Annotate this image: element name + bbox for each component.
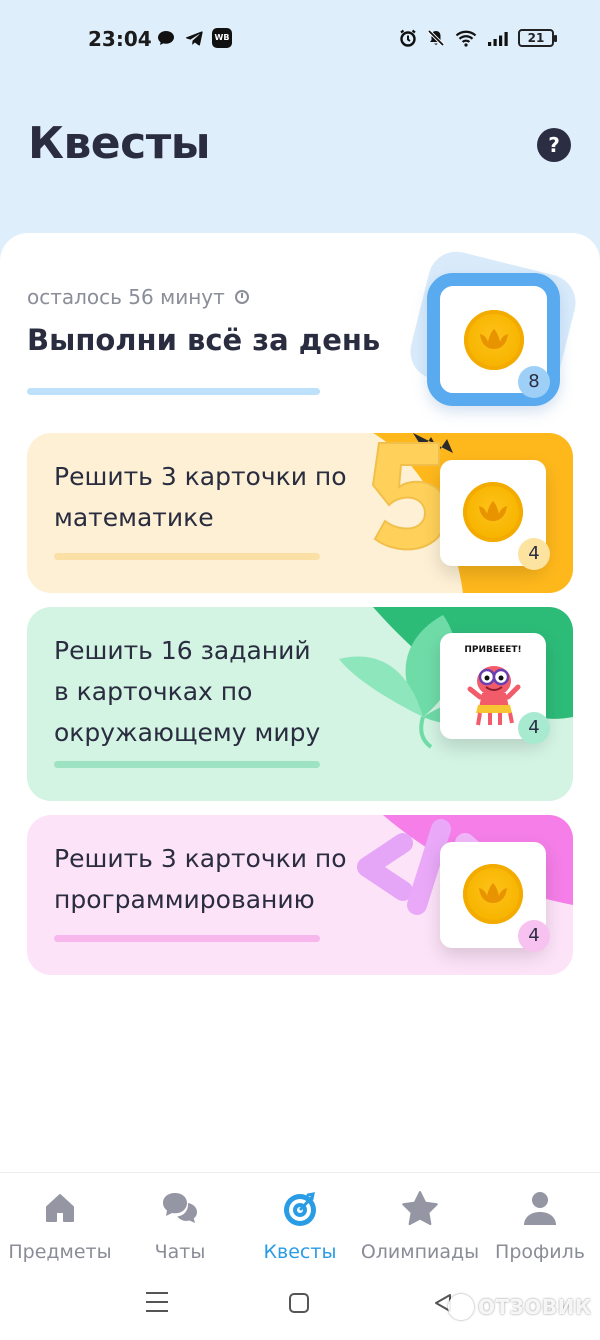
page-title: Квесты — [28, 118, 211, 169]
nav-item-profile[interactable]: Профиль — [480, 1187, 600, 1263]
quest-progress-bar — [54, 553, 320, 560]
chats-icon — [163, 1193, 197, 1223]
clock-icon — [234, 290, 249, 304]
bottom-nav: Предметы Чаты Квесты Олимпиады Профиль — [0, 1172, 600, 1272]
status-system-icons: 21 — [398, 28, 557, 48]
quest-card-math[interactable]: Решить 3 карточки по математике 4 — [27, 433, 573, 593]
target-icon — [284, 1192, 316, 1226]
battery-indicator: 21 — [518, 29, 557, 47]
coin-icon — [463, 482, 523, 542]
nav-label: Предметы — [8, 1241, 112, 1263]
nav-item-olympiads[interactable]: Олимпиады — [360, 1187, 480, 1263]
quest-text-nature: Решить 16 заданий в карточках по окружаю… — [54, 630, 384, 753]
alarm-icon — [400, 29, 416, 47]
daily-time-left: осталось 56 минут — [27, 285, 225, 309]
home-button[interactable] — [289, 1293, 309, 1313]
watermark: ОТЗОВИК — [448, 1294, 592, 1320]
daily-progress-bar — [27, 388, 320, 395]
dino-sticker-icon — [467, 666, 521, 726]
daily-time-row: осталось 56 минут — [27, 285, 387, 309]
quest-card-programming[interactable]: Решить 3 карточки по программированию 4 — [27, 815, 573, 975]
wb-app-icon: WB — [212, 28, 232, 48]
quest-text-programming: Решить 3 карточки по программированию — [54, 838, 384, 920]
nav-label: Олимпиады — [360, 1241, 480, 1263]
nav-item-chats[interactable]: Чаты — [120, 1187, 240, 1263]
daily-reward-chest[interactable]: 8 — [427, 273, 560, 406]
profile-icon — [524, 1192, 556, 1225]
coin-icon — [464, 310, 524, 370]
chat-bubble-icon — [158, 31, 174, 45]
quest-reward-count: 4 — [518, 538, 550, 570]
quest-reward-count: 4 — [518, 712, 550, 744]
watermark-text: ОТЗОВИК — [478, 1295, 592, 1319]
quest-card-nature[interactable]: Решить 16 заданий в карточках по окружаю… — [27, 607, 573, 801]
quest-progress-bar — [54, 935, 320, 942]
nav-label: Чаты — [154, 1241, 206, 1263]
quest-reward-box[interactable]: 4 — [440, 460, 550, 570]
quest-line: Решить 3 карточки по — [54, 844, 347, 873]
quest-line: математике — [54, 503, 214, 532]
quest-line: окружающему миру — [54, 718, 321, 747]
home-icon — [46, 1194, 74, 1222]
quest-line: программированию — [54, 885, 315, 914]
star-icon — [402, 1191, 438, 1226]
daily-quest-title: Выполни всё за день — [27, 323, 381, 357]
quest-reward-box[interactable]: 4 — [440, 842, 550, 952]
help-button[interactable]: ? — [537, 128, 571, 162]
coin-icon — [463, 864, 523, 924]
telegram-icon — [185, 31, 203, 46]
recent-apps-button[interactable] — [146, 1292, 168, 1319]
quest-line: в карточках по — [54, 677, 253, 706]
nav-label: Квесты — [263, 1241, 337, 1263]
quest-reward-box[interactable]: ПРИВЕЕЕТ! 4 — [440, 633, 550, 744]
wifi-icon — [455, 30, 477, 47]
quest-progress-bar — [54, 761, 320, 768]
nav-item-subjects[interactable]: Предметы — [0, 1187, 120, 1263]
quest-text-math: Решить 3 карточки по математике — [54, 456, 384, 538]
mute-icon — [427, 29, 445, 47]
quest-line: Решить 16 заданий — [54, 636, 311, 665]
nav-label: Профиль — [495, 1241, 585, 1263]
nav-item-quests[interactable]: Квесты — [240, 1187, 360, 1263]
quest-line: Решить 3 карточки по — [54, 462, 347, 491]
sticker-text: ПРИВЕЕЕТ! — [464, 645, 522, 655]
status-app-icons: WB — [156, 28, 232, 48]
signal-icon — [488, 32, 508, 46]
quest-reward-count: 4 — [518, 920, 550, 952]
status-time: 23:04 — [88, 27, 152, 51]
daily-quest: осталось 56 минут Выполни всё за день — [27, 285, 387, 357]
watermark-logo-icon — [448, 1294, 474, 1320]
daily-reward-count: 8 — [518, 366, 550, 398]
status-bar: 23:04 WB 21 — [0, 0, 600, 78]
